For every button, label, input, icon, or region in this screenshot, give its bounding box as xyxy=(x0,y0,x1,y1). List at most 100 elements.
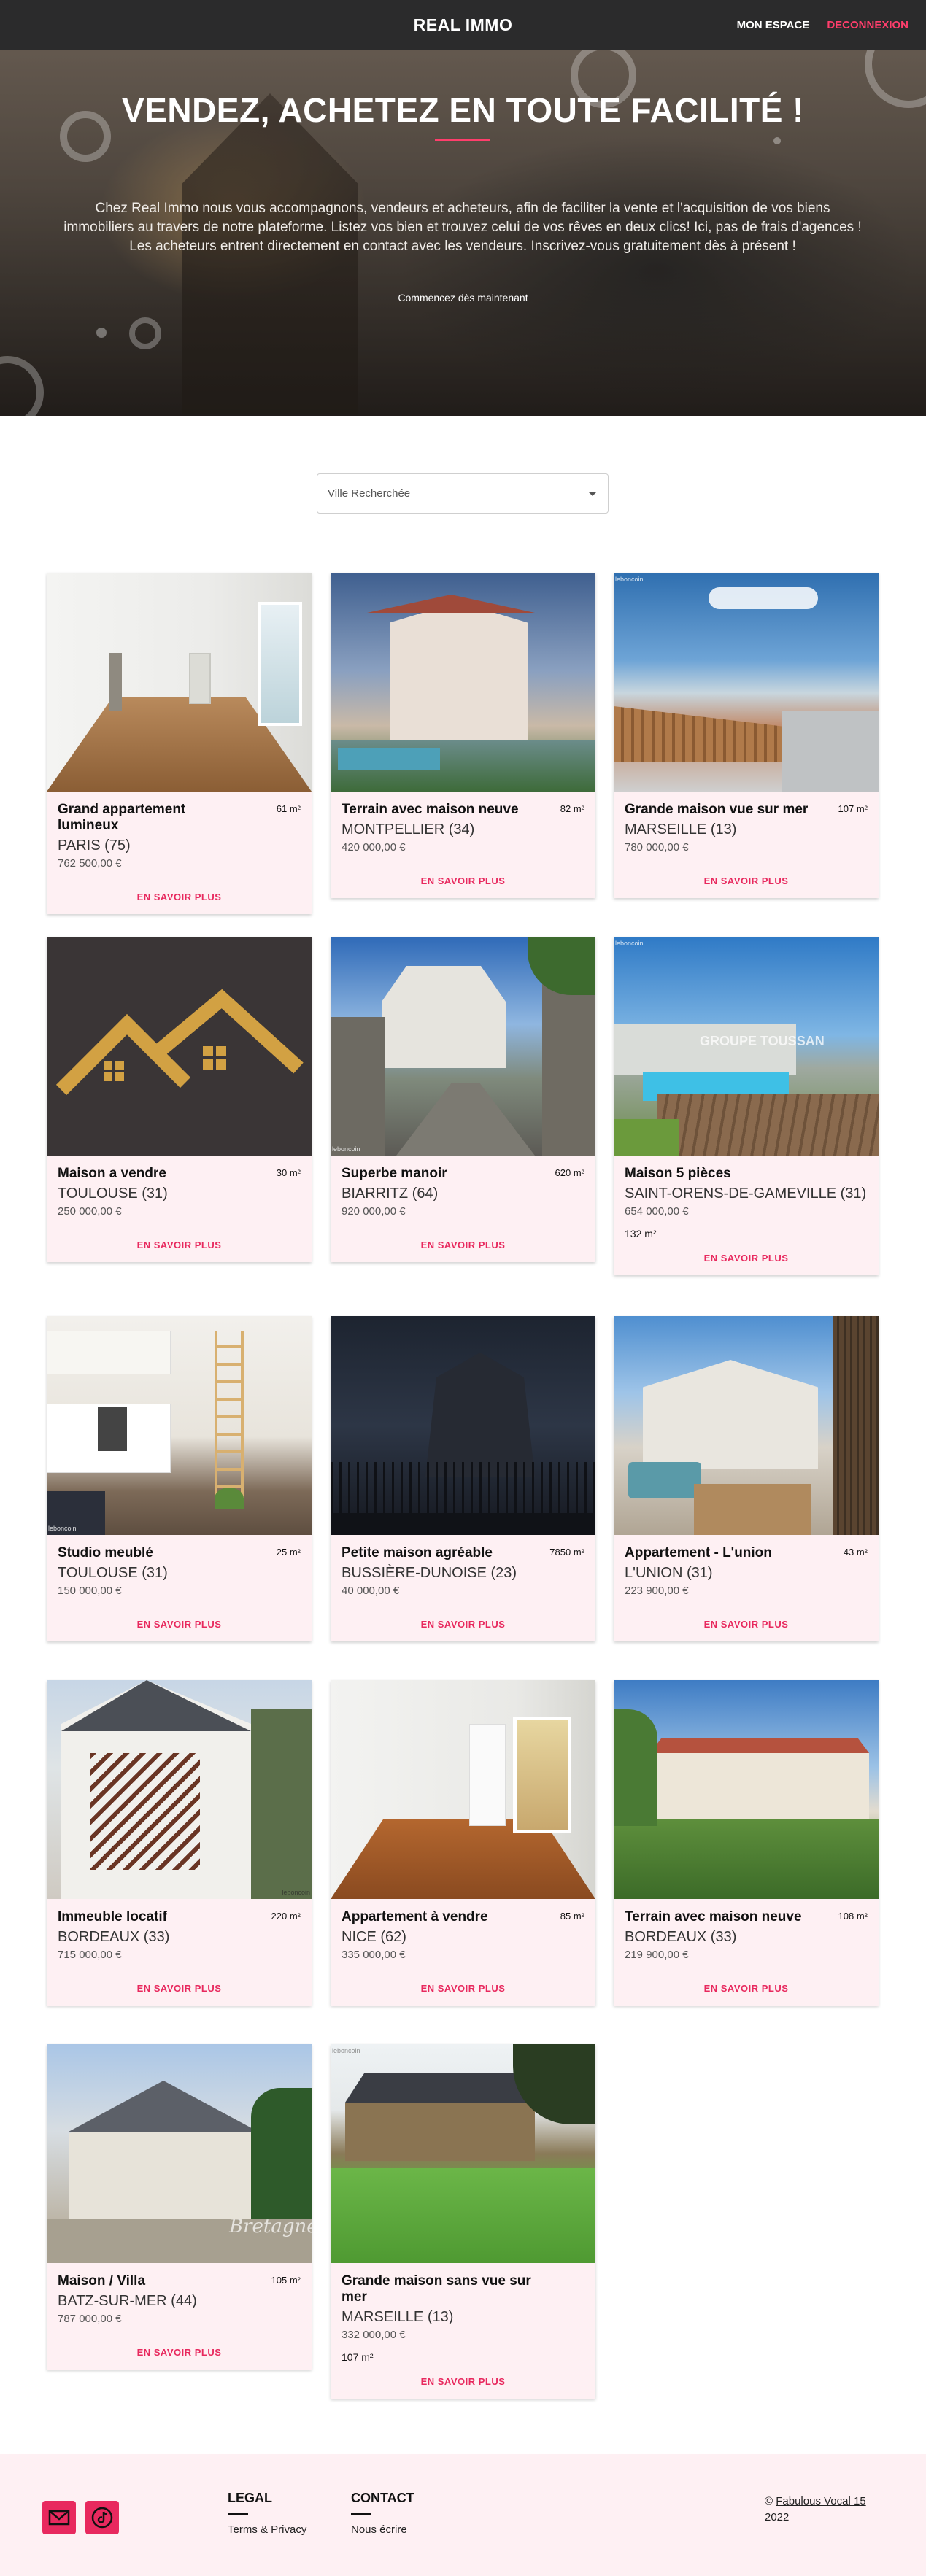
listing-card[interactable]: Maison a vendre 30 m² TOULOUSE (31) 250 … xyxy=(47,937,312,1262)
listing-price: 219 900,00 € xyxy=(625,1949,689,1961)
hero-description: Chez Real Immo nous vous accompagnons, v… xyxy=(63,201,862,254)
terms-privacy-link[interactable]: Terms & Privacy xyxy=(228,2523,306,2536)
listing-title: Maison 5 pièces xyxy=(625,1166,731,1181)
learn-more-link[interactable]: EN SAVOIR PLUS xyxy=(342,2376,584,2387)
listing-info: Immeuble locatif 220 m² BORDEAUX (33) 71… xyxy=(47,1899,312,2006)
footer-heading-underline xyxy=(351,2513,371,2515)
footer: LEGAL Terms & Privacy CONTACT Nous écrir… xyxy=(0,2454,926,2576)
listing-card[interactable]: leboncoin Grande maison vue sur mer 107 … xyxy=(614,573,879,898)
listing-area: 61 m² xyxy=(276,803,301,814)
listing-price: 654 000,00 € xyxy=(625,1205,689,1218)
learn-more-link[interactable]: EN SAVOIR PLUS xyxy=(625,1619,868,1630)
learn-more-link[interactable]: EN SAVOIR PLUS xyxy=(625,1253,868,1264)
listing-area: 220 m² xyxy=(271,1911,301,1922)
brand-logo[interactable]: REAL IMMO xyxy=(414,15,513,35)
listing-title: Terrain avec maison neuve xyxy=(625,1909,802,1925)
listing-info: Grand appartement lumineux 61 m² PARIS (… xyxy=(47,792,312,914)
tiktok-social-button[interactable] xyxy=(85,2501,119,2534)
listing-price: 762 500,00 € xyxy=(58,857,122,870)
listing-card[interactable]: leboncoin Grande maison sans vue sur mer… xyxy=(331,2044,595,2399)
city-select[interactable]: Ville Recherchée xyxy=(317,473,609,514)
listing-card[interactable]: leboncoin Immeuble locatif 220 m² BORDEA… xyxy=(47,1680,312,2006)
listing-photo: GROUPE TOUSSAN leboncoin xyxy=(614,937,879,1156)
listing-area: 105 m² xyxy=(271,2275,301,2286)
email-social-button[interactable] xyxy=(42,2501,76,2534)
listing-info: Grande maison vue sur mer 107 m² MARSEIL… xyxy=(614,792,879,898)
listing-card[interactable]: GROUPE TOUSSAN leboncoin Maison 5 pièces… xyxy=(614,937,879,1275)
listing-title: Petite maison agréable xyxy=(342,1545,493,1560)
listing-city: BORDEAUX (33) xyxy=(625,1929,737,1945)
listing-title: Maison / Villa xyxy=(58,2273,146,2289)
listing-info: Maison 5 pièces SAINT-ORENS-DE-GAMEVILLE… xyxy=(614,1156,879,1275)
get-started-link[interactable]: Commencez dès maintenant xyxy=(0,292,926,303)
listing-photo: leboncoin xyxy=(614,573,879,792)
learn-more-link[interactable]: EN SAVOIR PLUS xyxy=(625,875,868,886)
listing-city: MARSEILLE (13) xyxy=(625,821,737,838)
nav-links: MON ESPACE DECONNEXION xyxy=(737,0,908,50)
learn-more-link[interactable]: EN SAVOIR PLUS xyxy=(58,1619,301,1630)
envelope-icon xyxy=(48,2510,70,2526)
city-select-placeholder: Ville Recherchée xyxy=(328,487,411,500)
listing-card[interactable]: Grand appartement lumineux 61 m² PARIS (… xyxy=(47,573,312,914)
listing-area: 107 m² xyxy=(342,2351,374,2363)
photo-watermark: leboncoin xyxy=(282,1889,310,1896)
listing-city: SAINT-ORENS-DE-GAMEVILLE (31) xyxy=(625,1185,867,1202)
listing-info: Petite maison agréable 7850 m² BUSSIÈRE-… xyxy=(331,1535,595,1641)
listing-city: MONTPELLIER (34) xyxy=(342,821,475,838)
listing-card[interactable]: Bretagne Maison / Villa 105 m² BATZ-SUR-… xyxy=(47,2044,312,2370)
learn-more-link[interactable]: EN SAVOIR PLUS xyxy=(58,891,301,902)
copyright-year: 2022 xyxy=(765,2511,790,2523)
listing-card[interactable]: Appartement - L'union 43 m² L'UNION (31)… xyxy=(614,1316,879,1641)
hero-decor-dot xyxy=(96,328,107,338)
learn-more-link[interactable]: EN SAVOIR PLUS xyxy=(342,875,584,886)
photo-watermark: leboncoin xyxy=(615,940,644,947)
music-note-icon xyxy=(91,2507,113,2529)
footer-contact: CONTACT Nous écrire xyxy=(351,2491,414,2536)
listing-price: 420 000,00 € xyxy=(342,841,406,854)
listing-city: L'UNION (31) xyxy=(625,1565,713,1581)
listing-card[interactable]: leboncoin Studio meublé 25 m² TOULOUSE (… xyxy=(47,1316,312,1641)
listing-card[interactable]: Appartement à vendre 85 m² NICE (62) 335… xyxy=(331,1680,595,2006)
learn-more-link[interactable]: EN SAVOIR PLUS xyxy=(342,1619,584,1630)
hero-banner: VENDEZ, ACHETEZ EN TOUTE FACILITÉ ! Chez… xyxy=(0,50,926,416)
learn-more-link[interactable]: EN SAVOIR PLUS xyxy=(58,2347,301,2358)
photo-watermark: Bretagne xyxy=(229,2216,312,2237)
listing-title: Appartement à vendre xyxy=(342,1909,488,1925)
listing-title: Appartement - L'union xyxy=(625,1545,772,1560)
author-link[interactable]: Fabulous Vocal 15 xyxy=(776,2495,865,2507)
listing-photo xyxy=(614,1680,879,1899)
learn-more-link[interactable]: EN SAVOIR PLUS xyxy=(58,1239,301,1250)
listing-price: 223 900,00 € xyxy=(625,1585,689,1597)
listing-city: NICE (62) xyxy=(342,1929,406,1945)
listing-area: 620 m² xyxy=(555,1167,584,1178)
learn-more-link[interactable]: EN SAVOIR PLUS xyxy=(625,1983,868,1994)
listing-card[interactable]: Terrain avec maison neuve 82 m² MONTPELL… xyxy=(331,573,595,898)
listing-info: Maison / Villa 105 m² BATZ-SUR-MER (44) … xyxy=(47,2263,312,2370)
listing-card[interactable]: Terrain avec maison neuve 108 m² BORDEAU… xyxy=(614,1680,879,2006)
contact-us-link[interactable]: Nous écrire xyxy=(351,2523,414,2536)
learn-more-link[interactable]: EN SAVOIR PLUS xyxy=(342,1983,584,1994)
listing-area: 25 m² xyxy=(276,1547,301,1558)
listing-card[interactable]: leboncoin Superbe manoir 620 m² BIARRITZ… xyxy=(331,937,595,1262)
listing-area: 132 m² xyxy=(625,1228,657,1239)
listing-price: 715 000,00 € xyxy=(58,1949,122,1961)
learn-more-link[interactable]: EN SAVOIR PLUS xyxy=(58,1983,301,1994)
listing-area: 107 m² xyxy=(838,803,868,814)
listing-info: Appartement à vendre 85 m² NICE (62) 335… xyxy=(331,1899,595,2006)
learn-more-link[interactable]: EN SAVOIR PLUS xyxy=(342,1239,584,1250)
listing-photo: leboncoin xyxy=(47,1680,312,1899)
listing-info: Superbe manoir 620 m² BIARRITZ (64) 920 … xyxy=(331,1156,595,1262)
photo-watermark: leboncoin xyxy=(615,576,644,583)
listing-title: Maison a vendre xyxy=(58,1166,166,1181)
listing-area: 85 m² xyxy=(560,1911,584,1922)
logout-link[interactable]: DECONNEXION xyxy=(827,19,908,31)
listing-price: 40 000,00 € xyxy=(342,1585,400,1597)
photo-watermark: leboncoin xyxy=(48,1525,77,1532)
my-space-link[interactable]: MON ESPACE xyxy=(737,19,810,31)
copyright-symbol: © xyxy=(765,2495,776,2507)
listing-card[interactable]: Petite maison agréable 7850 m² BUSSIÈRE-… xyxy=(331,1316,595,1641)
listing-photo: Bretagne xyxy=(47,2044,312,2263)
listing-price: 332 000,00 € xyxy=(342,2329,406,2341)
listing-area: 82 m² xyxy=(560,803,584,814)
listing-price: 780 000,00 € xyxy=(625,841,689,854)
